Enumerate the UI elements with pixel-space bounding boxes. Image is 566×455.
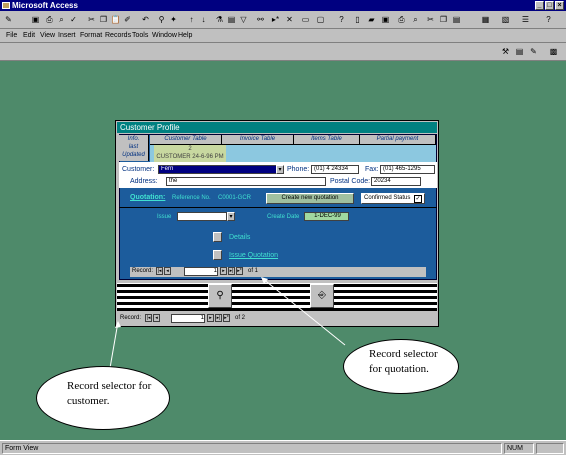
quotation-callout-arrow	[261, 277, 346, 346]
num-lock-indicator: NUM	[504, 443, 534, 454]
customer-callout-line-2: customer.	[67, 395, 110, 407]
customer-arrow-head	[115, 321, 121, 328]
quotation-arrow-head	[261, 277, 268, 284]
status-panel-empty	[536, 443, 564, 454]
status-bar: Form View NUM	[0, 440, 566, 455]
status-text: Form View	[2, 443, 502, 454]
customer-callout-arrow	[109, 321, 119, 369]
customer-record-selector-callout: Record selector for customer.	[36, 366, 170, 430]
customer-callout-line-1: Record selector for	[67, 380, 152, 392]
quotation-record-selector-callout: Record selector for quotation.	[343, 339, 459, 394]
quotation-callout-line-2: for quotation.	[369, 363, 429, 375]
quotation-callout-line-1: Record selector	[369, 348, 438, 360]
